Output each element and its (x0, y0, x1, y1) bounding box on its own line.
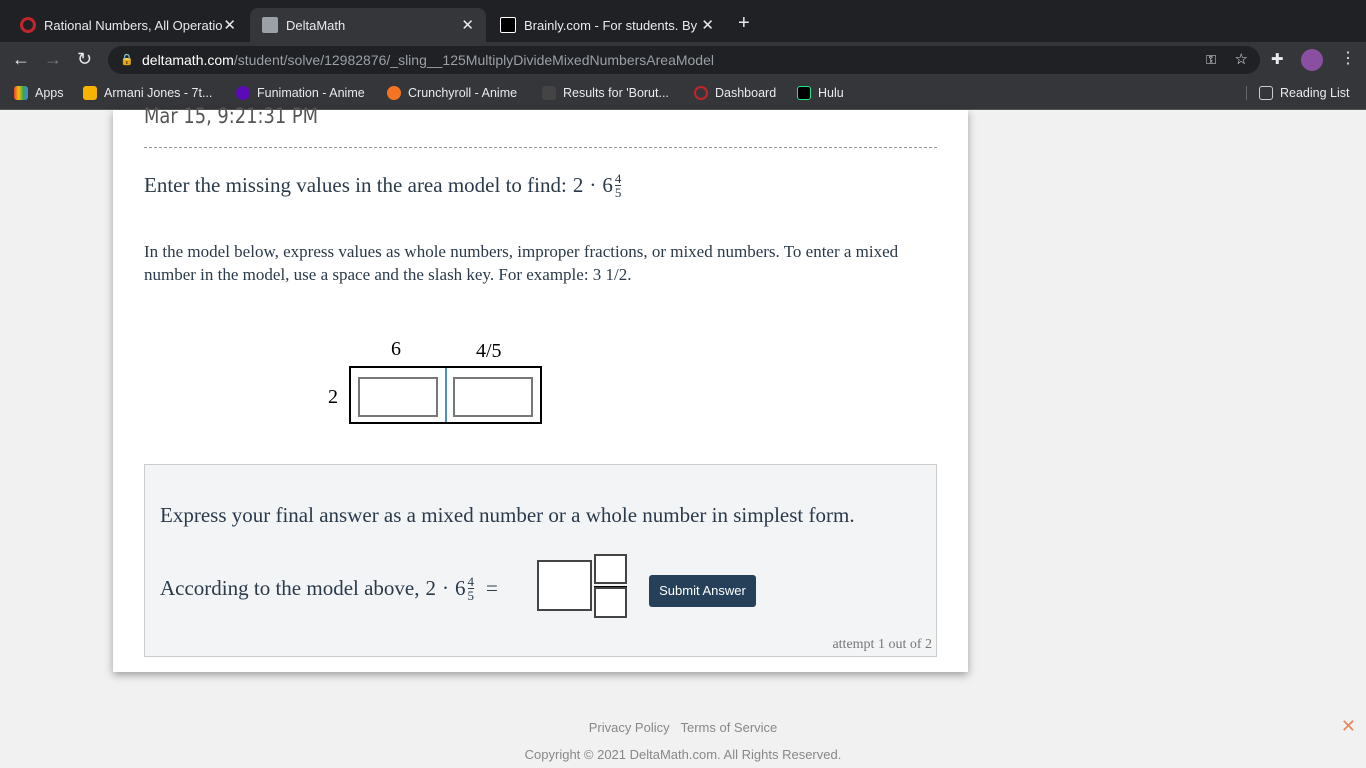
funimation-icon (236, 86, 250, 100)
bookmark-hulu[interactable]: Hulu (797, 86, 844, 100)
terms-link[interactable]: Terms of Service (680, 720, 777, 735)
star-icon[interactable]: ☆ (1235, 46, 1248, 74)
close-tab-icon[interactable]: ✕ (223, 16, 236, 34)
answer-whole-input[interactable] (537, 560, 592, 611)
area-model (349, 366, 542, 424)
menu-icon[interactable]: ⋮ (1340, 48, 1356, 68)
answer-line: According to the model above, 2 · 6 45 = (160, 574, 498, 603)
tab-bar: Rational Numbers, All Operatio ✕ DeltaMat… (0, 0, 1366, 42)
back-icon[interactable]: ← (12, 49, 30, 70)
new-tab-icon[interactable]: + (738, 12, 750, 35)
play-icon (542, 86, 556, 100)
close-tab-icon[interactable]: ✕ (461, 16, 474, 34)
footer: Privacy Policy Terms of Service Copyrigh… (0, 708, 1366, 768)
hulu-icon (797, 86, 811, 100)
answer-panel: Express your final answer as a mixed num… (144, 464, 937, 657)
slides-icon (83, 86, 97, 100)
brainly-icon (500, 17, 516, 33)
instructions: In the model below, express values as wh… (144, 242, 899, 284)
bookmark-funimation[interactable]: Funimation - Anime (236, 86, 365, 100)
column-label-1: 6 (391, 338, 401, 360)
column-label-2: 4/5 (476, 340, 502, 362)
area-input-1[interactable] (358, 377, 438, 417)
problem-card: Mar 15, 9:21:31 PM Enter the missing val… (113, 104, 968, 672)
tab-brainly[interactable]: Brainly.com - For students. By ✕ (488, 8, 726, 42)
avatar[interactable] (1301, 49, 1323, 71)
row-label: 2 (328, 386, 338, 408)
problem-prompt: Enter the missing values in the area mod… (144, 171, 622, 200)
area-input-2[interactable] (453, 377, 533, 417)
address-bar[interactable]: 🔒 deltamath.com/student/solve/12982876/_… (108, 46, 1260, 74)
model-divider (445, 368, 447, 422)
bookmark-armani[interactable]: Armani Jones - 7t... (83, 86, 212, 100)
toolbar: ← → ↻ 🔒 deltamath.com/student/solve/1298… (0, 42, 1366, 78)
forward-icon[interactable]: → (44, 49, 62, 70)
close-icon[interactable]: ✕ (1341, 716, 1356, 737)
bookmark-apps[interactable]: Apps (14, 86, 64, 100)
bookmark-results[interactable]: Results for 'Borut... (542, 86, 669, 100)
attempt-counter: attempt 1 out of 2 (832, 637, 932, 652)
close-tab-icon[interactable]: ✕ (701, 16, 714, 34)
final-instruction: Express your final answer as a mixed num… (160, 503, 855, 527)
crunchyroll-icon (387, 86, 401, 100)
dashboard-icon (694, 86, 708, 100)
bookmark-dashboard[interactable]: Dashboard (694, 86, 776, 100)
answer-denominator-input[interactable] (594, 587, 627, 618)
submit-answer-button[interactable]: Submit Answer (649, 575, 756, 607)
tab-favicon-icon (20, 17, 36, 33)
fraction: 45 (614, 171, 622, 200)
divider (144, 147, 937, 148)
key-icon[interactable]: ⚿ (1206, 46, 1216, 74)
reload-icon[interactable]: ↻ (77, 49, 92, 70)
apps-grid-icon (14, 86, 28, 100)
reading-list-icon (1259, 86, 1273, 100)
privacy-policy-link[interactable]: Privacy Policy (589, 720, 670, 735)
copyright: Copyright © 2021 DeltaMath.com. All Righ… (524, 747, 842, 762)
answer-numerator-input[interactable] (594, 554, 627, 584)
timestamp: Mar 15, 9:21:31 PM (144, 104, 319, 128)
tab-rational-numbers[interactable]: Rational Numbers, All Operatio ✕ (8, 8, 248, 42)
lock-icon: 🔒 (120, 54, 134, 66)
tab-deltamath[interactable]: DeltaMath ✕ (250, 8, 486, 42)
bookmark-crunchyroll[interactable]: Crunchyroll - Anime (387, 86, 517, 100)
fraction: 45 (467, 574, 475, 603)
reading-list[interactable]: Reading List (1246, 86, 1350, 100)
extensions-icon[interactable]: ✚ (1271, 50, 1284, 68)
graduation-cap-icon (262, 17, 278, 33)
